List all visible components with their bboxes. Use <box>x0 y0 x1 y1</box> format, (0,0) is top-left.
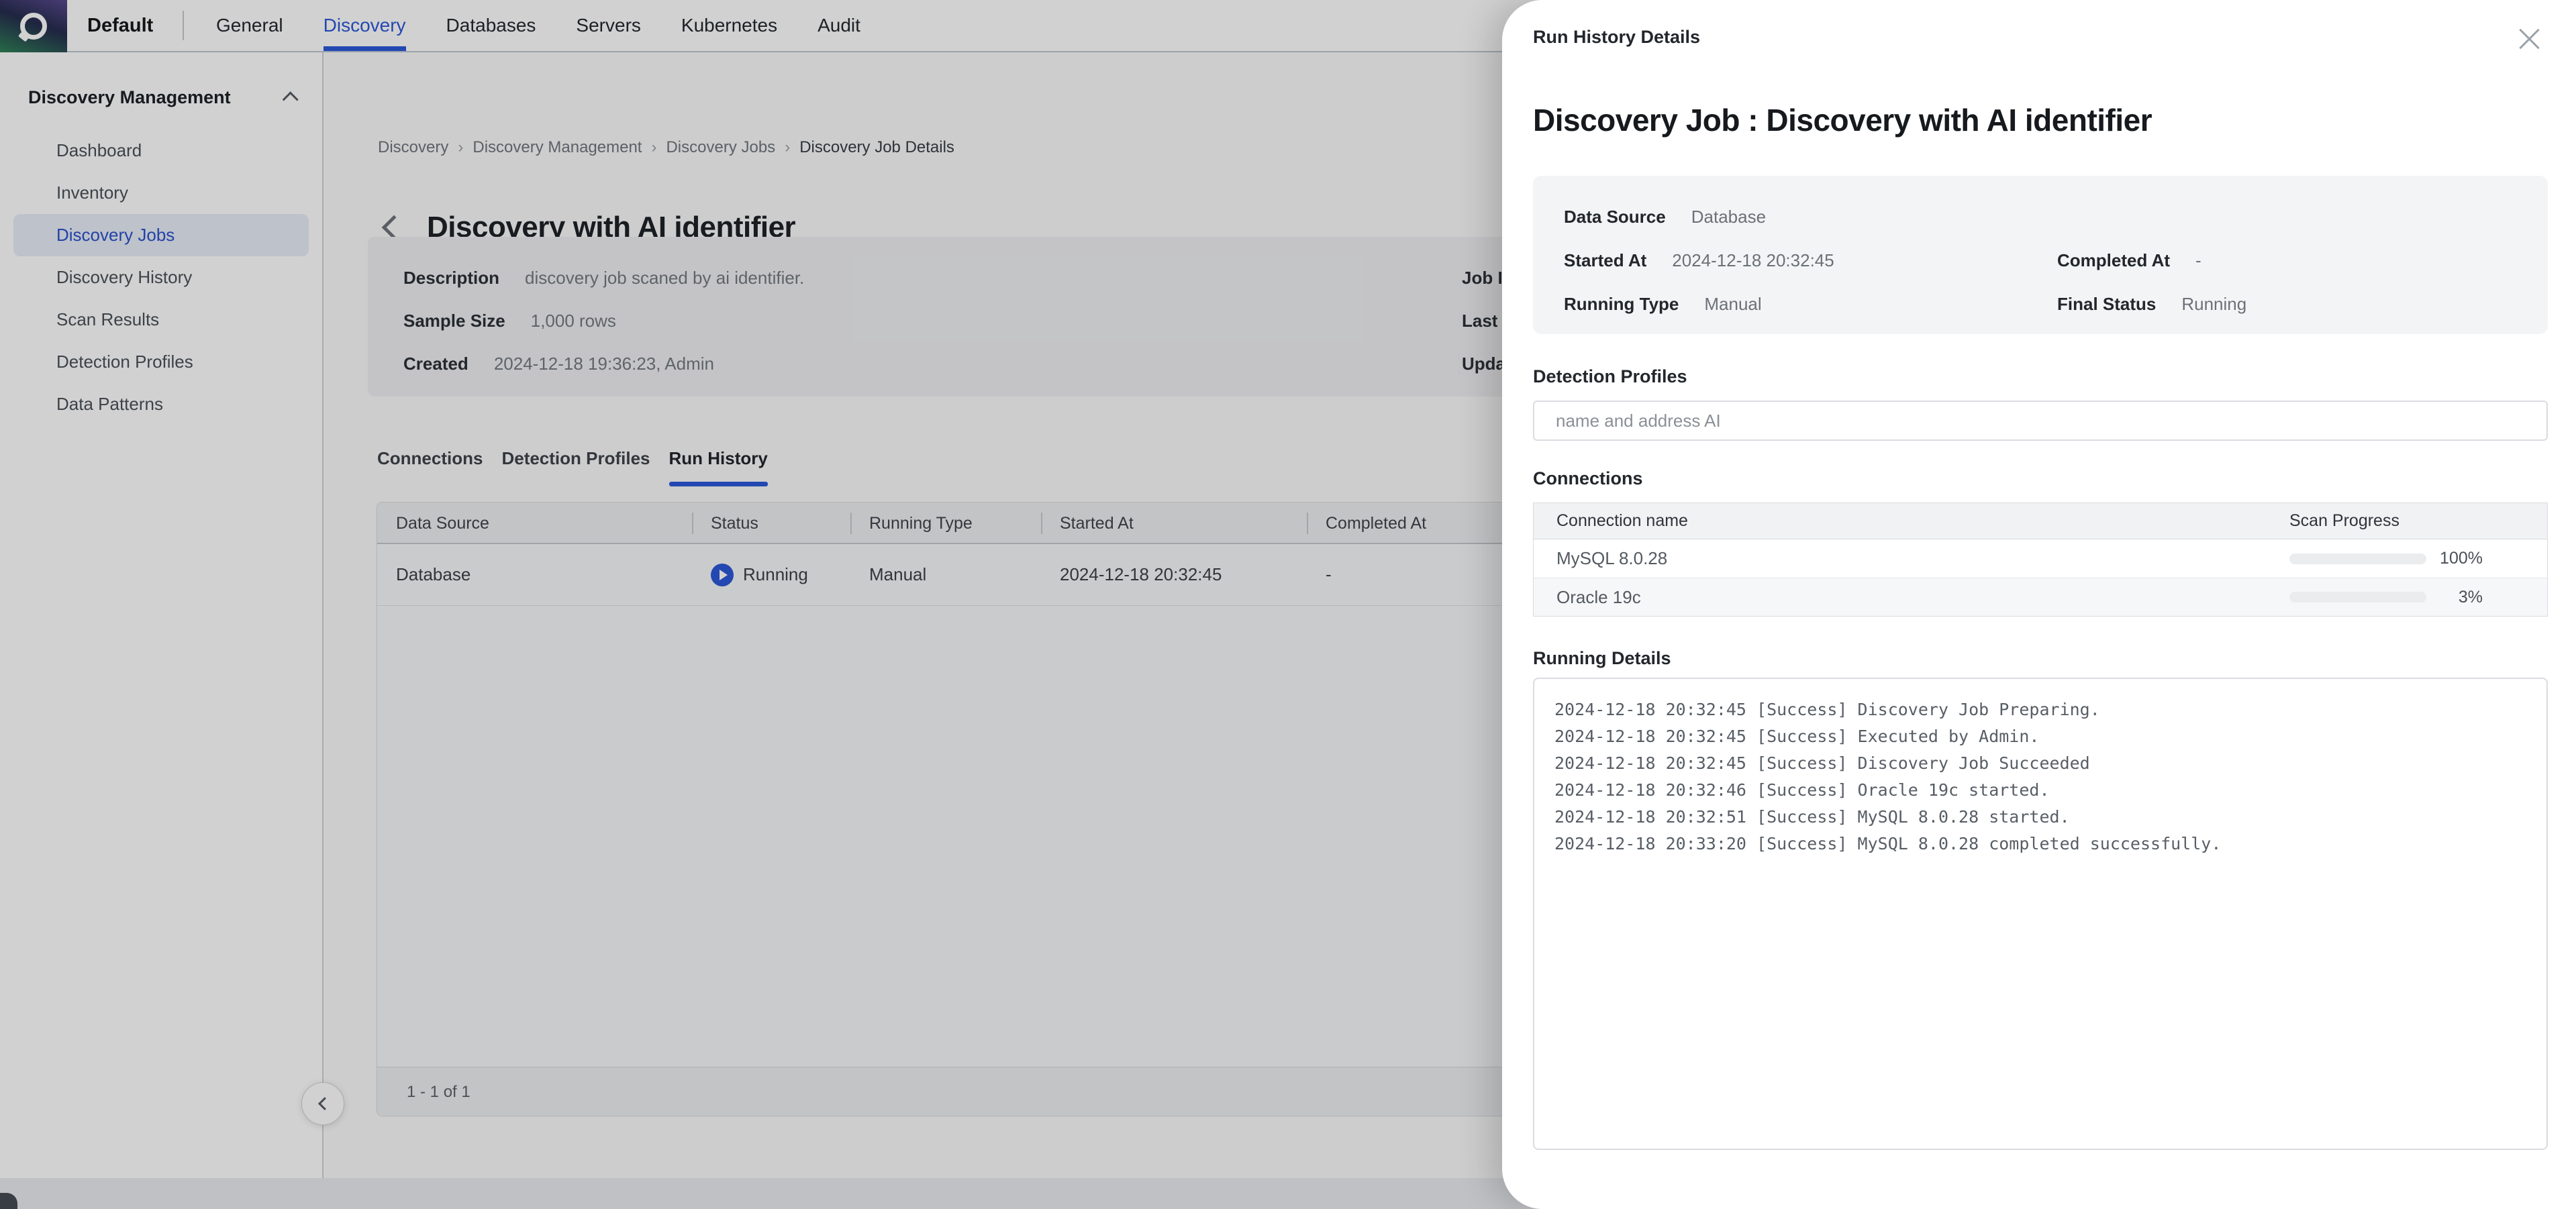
connections-heading: Connections <box>1533 468 1643 489</box>
running-details-heading: Running Details <box>1533 648 1671 669</box>
progress-bar <box>2289 592 2426 602</box>
connection-row-oracle: Oracle 19c 3% <box>1534 578 2547 616</box>
log-line: 2024-12-18 20:32:45 [Success] Discovery … <box>1554 750 2526 777</box>
info-final-status: Final Status Running <box>2057 294 2548 315</box>
progress-percent: 3% <box>2436 588 2483 607</box>
info-label: Started At <box>1564 250 1646 271</box>
progress-bar <box>2289 554 2426 564</box>
running-details-log[interactable]: 2024-12-18 20:32:45 [Success] Discovery … <box>1533 678 2548 1150</box>
info-data-source: Data Source Database <box>1564 207 2057 227</box>
column-header-scan-progress: Scan Progress <box>2275 511 2547 531</box>
run-info-panel: Data Source Database Started At 2024-12-… <box>1533 176 2548 334</box>
log-line: 2024-12-18 20:32:46 [Success] Oracle 19c… <box>1554 777 2526 804</box>
log-line: 2024-12-18 20:32:45 [Success] Discovery … <box>1554 696 2526 723</box>
drawer-header-title: Run History Details <box>1533 27 1700 48</box>
info-value: 2024-12-18 20:32:45 <box>1672 250 1834 271</box>
info-running-type: Running Type Manual <box>1564 294 2057 315</box>
log-line: 2024-12-18 20:33:20 [Success] MySQL 8.0.… <box>1554 831 2526 857</box>
info-label: Final Status <box>2057 294 2156 315</box>
connection-row-mysql: MySQL 8.0.28 100% <box>1534 539 2547 578</box>
close-icon[interactable] <box>2514 24 2544 54</box>
column-header-connection-name: Connection name <box>1534 511 2275 531</box>
info-value: - <box>2195 250 2201 271</box>
info-value: Database <box>1691 207 1766 227</box>
detection-profiles-heading: Detection Profiles <box>1533 366 1687 387</box>
connections-table: Connection name Scan Progress MySQL 8.0.… <box>1533 503 2548 617</box>
app-root: Default General Discovery Databases Serv… <box>0 0 2576 1209</box>
scan-progress-cell: 3% <box>2275 588 2547 607</box>
info-started-at: Started At 2024-12-18 20:32:45 <box>1564 250 2057 271</box>
info-label: Running Type <box>1564 294 1679 315</box>
progress-percent: 100% <box>2436 549 2483 568</box>
info-completed-at: Completed At - <box>2057 250 2548 271</box>
connection-name: Oracle 19c <box>1534 587 2275 608</box>
run-history-details-drawer: Run History Details Discovery Job : Disc… <box>1502 0 2576 1209</box>
connection-name: MySQL 8.0.28 <box>1534 548 2275 569</box>
info-value: Running <box>2181 294 2246 315</box>
log-line: 2024-12-18 20:32:51 [Success] MySQL 8.0.… <box>1554 804 2526 831</box>
log-line: 2024-12-18 20:32:45 [Success] Executed b… <box>1554 723 2526 750</box>
info-label: Data Source <box>1564 207 1666 227</box>
drawer-job-title: Discovery Job : Discovery with AI identi… <box>1533 102 2152 138</box>
scan-progress-cell: 100% <box>2275 549 2547 568</box>
info-value: Manual <box>1704 294 1761 315</box>
info-label: Completed At <box>2057 250 2170 271</box>
connections-header-row: Connection name Scan Progress <box>1534 503 2547 539</box>
detection-profiles-input[interactable]: name and address AI <box>1533 401 2548 441</box>
